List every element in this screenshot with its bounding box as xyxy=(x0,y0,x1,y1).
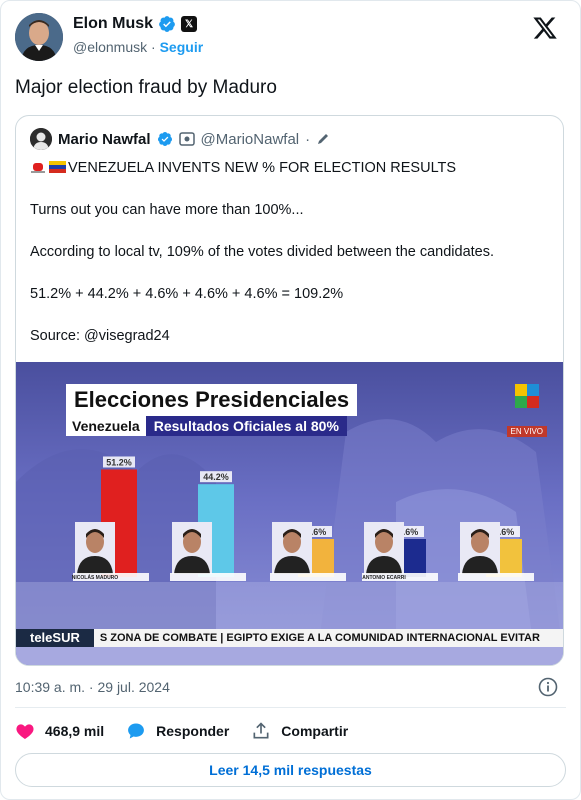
media-country: Venezuela xyxy=(66,416,146,436)
verified-badge-icon xyxy=(159,16,175,32)
divider xyxy=(15,707,566,708)
quoted-author-row: Mario Nawfal @MarioNawfal · xyxy=(30,128,330,150)
action-bar: 468,9 mil Responder Compartir xyxy=(15,721,370,741)
candidate-name-strip xyxy=(170,573,246,581)
heart-icon xyxy=(16,724,34,739)
edit-pencil-icon xyxy=(318,134,329,144)
siren-emoji-icon xyxy=(31,163,45,173)
media-title: Elecciones Presidenciales xyxy=(66,384,358,416)
quoted-line-5: Source: @visegrad24 xyxy=(30,328,170,344)
quoted-line-3: According to local tv, 109% of the votes… xyxy=(30,244,495,260)
like-button[interactable]: 468,9 mil xyxy=(15,721,104,741)
like-count: 468,9 mil xyxy=(45,723,105,739)
live-badge: EN VIVO xyxy=(506,426,547,437)
follow-button[interactable]: Seguir xyxy=(160,39,204,55)
tweet-text: Major election fraud by Maduro xyxy=(15,77,277,98)
reply-button[interactable]: Responder xyxy=(126,721,229,741)
quoted-line-4: 51.2% + 44.2% + 4.6% + 4.6% + 4.6% = 109… xyxy=(30,286,344,302)
quoted-separator: · xyxy=(305,130,311,148)
share-icon xyxy=(253,722,269,739)
timestamp[interactable]: 10:39 a. m. · 29 jul. 2024 xyxy=(15,679,170,695)
quoted-handle: @MarioNawfal xyxy=(200,130,300,148)
chart-value-label: 51.2% xyxy=(106,457,132,467)
author-handle[interactable]: @elonmusk xyxy=(73,39,147,55)
author-name-row: Elon Musk 𝕏 xyxy=(73,15,198,33)
media-badge-icon xyxy=(178,132,195,146)
candidate-name-strip xyxy=(270,573,346,581)
affiliate-badge-icon: 𝕏 xyxy=(181,16,198,32)
reply-bubble-icon xyxy=(128,723,145,739)
news-ticker: teleSUR S ZONA DE COMBATE | EGIPTO EXIGE… xyxy=(16,629,563,647)
info-icon[interactable] xyxy=(538,677,558,697)
author-name[interactable]: Elon Musk xyxy=(73,15,153,33)
media-subtitle: Resultados Oficiales al 80% xyxy=(145,416,347,436)
share-label: Compartir xyxy=(281,723,349,739)
quoted-text: VENEZUELA INVENTS NEW % FOR ELECTION RES… xyxy=(30,158,550,368)
candidate-name-label: ANTONIO ECARRI xyxy=(362,575,406,581)
quoted-line-2: Turns out you can have more than 100%... xyxy=(30,202,304,218)
quoted-avatar xyxy=(30,128,52,150)
quoted-author-name: Mario Nawfal xyxy=(58,130,151,148)
ticker-brand: teleSUR xyxy=(16,629,94,647)
venezuela-flag-icon xyxy=(49,161,66,173)
candidate-name-strip xyxy=(458,573,534,581)
ticker-text: S ZONA DE COMBATE | EGIPTO EXIGE A LA CO… xyxy=(99,632,540,644)
candidate-name-label: NICOLÁS MADURO xyxy=(72,574,118,581)
share-button[interactable]: Compartir xyxy=(251,721,348,741)
chart-value-label: 44.2% xyxy=(203,472,229,482)
separator-dot: · xyxy=(151,39,156,55)
read-replies-button[interactable]: Leer 14,5 mil respuestas xyxy=(15,753,566,787)
quoted-tweet[interactable]: Mario Nawfal @MarioNawfal · VENEZUELA IN… xyxy=(15,115,564,666)
avatar[interactable] xyxy=(15,13,63,61)
author-handle-row: @elonmusk · Seguir xyxy=(73,39,203,55)
media-floor xyxy=(16,647,563,665)
quoted-line-headline: VENEZUELA INVENTS NEW % FOR ELECTION RES… xyxy=(68,160,457,176)
telesur-logo-icon xyxy=(515,384,539,408)
media-image[interactable]: 51.2% NICOLÁS MADURO 44.2% 4.6% 4.6% ANTONIO … xyxy=(16,362,563,665)
x-logo-icon[interactable] xyxy=(532,15,558,41)
tweet-card: Elon Musk 𝕏 @elonmusk · Seguir Major ele… xyxy=(0,0,581,800)
quoted-verified-icon xyxy=(157,132,172,146)
reply-label: Responder xyxy=(156,723,230,739)
media-subtitle-row: Venezuela Resultados Oficiales al 80% xyxy=(66,416,347,436)
